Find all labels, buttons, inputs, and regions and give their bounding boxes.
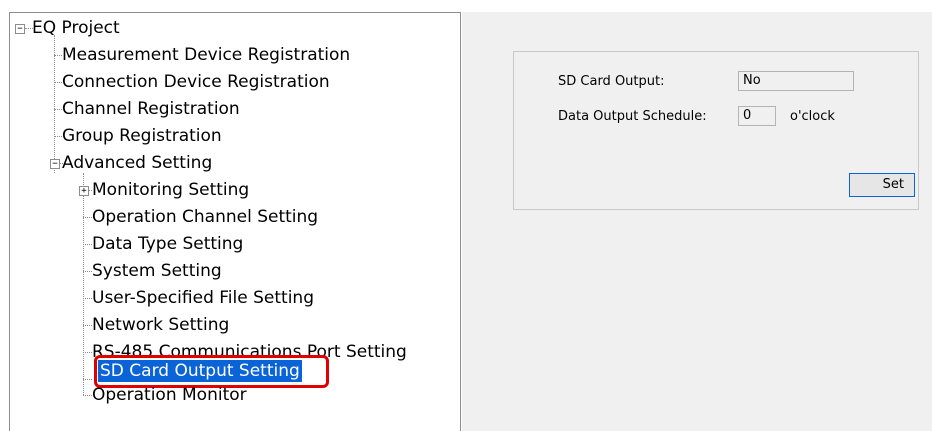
sd-card-output-label: SD Card Output:	[558, 74, 665, 89]
expand-monitoring-icon[interactable]: +	[79, 186, 89, 196]
tree-connector	[54, 109, 62, 110]
tree-item-monitoring-setting[interactable]: Monitoring Setting	[92, 179, 249, 201]
collapse-root-icon[interactable]: −	[15, 24, 25, 34]
tree-connector	[83, 325, 92, 326]
tree-connector	[54, 55, 62, 56]
tree-connector	[54, 136, 62, 137]
tree-item-user-specified-file[interactable]: User-Specified File Setting	[92, 287, 314, 309]
set-button[interactable]: Set	[849, 173, 915, 197]
tree-guide	[83, 173, 84, 395]
oclock-label: o'clock	[790, 109, 835, 124]
tree-connector	[83, 395, 92, 396]
tree-connector	[83, 217, 92, 218]
tree-item-network-setting[interactable]: Network Setting	[92, 314, 229, 336]
tree-item-operation-monitor[interactable]: Operation Monitor	[92, 384, 247, 406]
tree-item-channel-registration[interactable]: Channel Registration	[62, 98, 240, 120]
tree-item-measurement-device[interactable]: Measurement Device Registration	[62, 44, 350, 66]
tree-item-eq-project[interactable]: EQ Project	[32, 17, 120, 39]
tree-item-group-registration[interactable]: Group Registration	[62, 125, 222, 147]
data-output-schedule-field[interactable]: 0	[738, 106, 776, 126]
sd-card-output-field[interactable]: No	[738, 71, 854, 91]
tree-item-data-type[interactable]: Data Type Setting	[92, 233, 243, 255]
tree-connector	[83, 298, 92, 299]
tree-connector	[83, 271, 92, 272]
tree-connector	[83, 379, 92, 380]
tree-connector	[83, 244, 92, 245]
tree-item-sd-card-output[interactable]: SD Card Output Setting	[98, 360, 302, 382]
tree-connector	[83, 352, 92, 353]
collapse-advanced-icon[interactable]: −	[50, 159, 60, 169]
settings-area: SD Card Output: No Data Output Schedule:…	[462, 12, 932, 431]
data-output-schedule-label: Data Output Schedule:	[558, 109, 707, 124]
tree-item-operation-channel[interactable]: Operation Channel Setting	[92, 206, 318, 228]
tree-item-system-setting[interactable]: System Setting	[92, 260, 222, 282]
tree-connector	[54, 82, 62, 83]
project-tree[interactable]: − EQ Project Measurement Device Registra…	[9, 12, 461, 431]
sd-card-settings-panel: SD Card Output: No Data Output Schedule:…	[513, 51, 919, 210]
tree-item-advanced-setting[interactable]: Advanced Setting	[62, 152, 212, 174]
tree-item-connection-device[interactable]: Connection Device Registration	[62, 71, 330, 93]
